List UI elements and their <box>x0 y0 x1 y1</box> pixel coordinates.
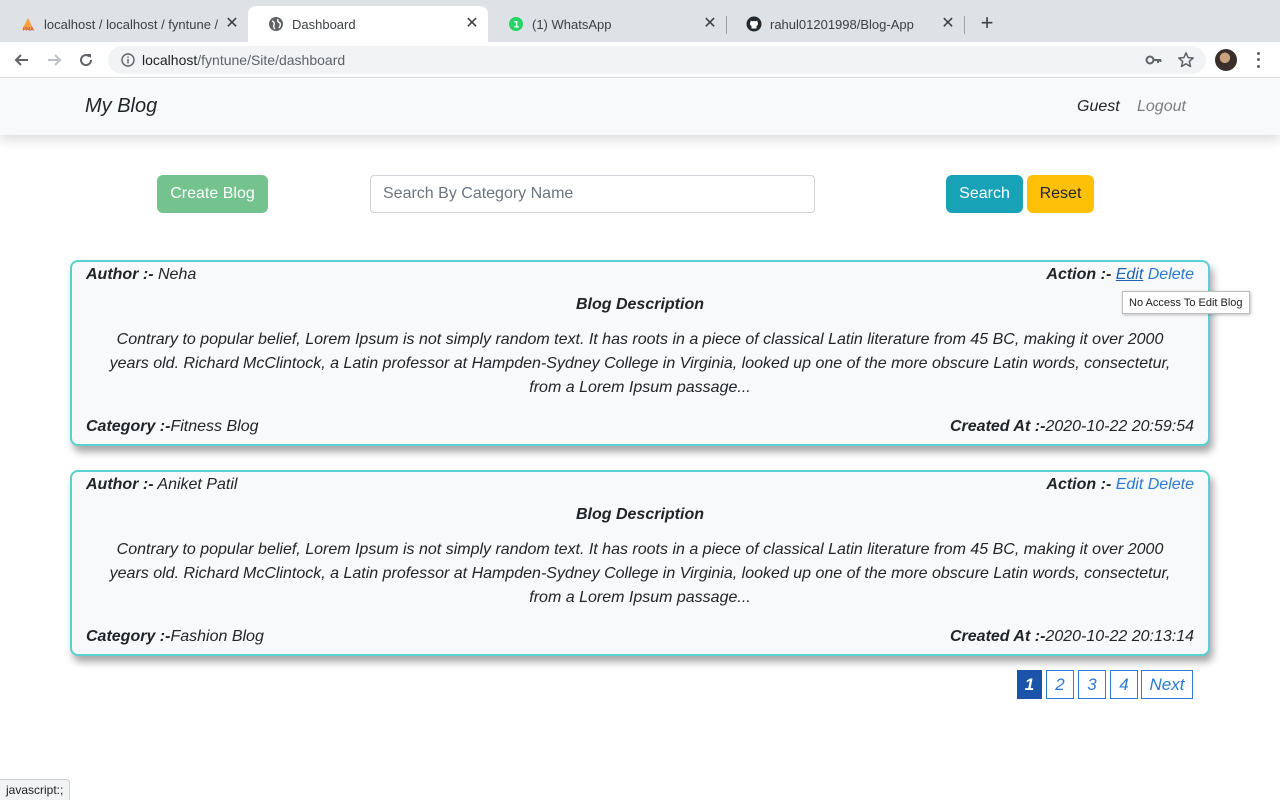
category-search-input[interactable] <box>370 175 815 213</box>
blog-card: Author :- Aniket Patil Action :- Edit De… <box>70 470 1210 656</box>
more-menu-icon[interactable] <box>1250 50 1266 70</box>
logout-link[interactable]: Logout <box>1137 98 1186 116</box>
url-host: localhost <box>142 52 198 68</box>
browser-toolbar: localhost/fyntune/Site/dashboard <box>0 42 1280 78</box>
author-label: Author :- <box>86 476 154 493</box>
whatsapp-icon: 1 <box>508 16 524 32</box>
forward-arrow-icon[interactable] <box>42 48 66 72</box>
browser-tabstrip: PMA localhost / localhost / fyntune / ✕ … <box>0 0 1280 42</box>
key-icon[interactable] <box>1144 50 1164 70</box>
category-value: Fitness Blog <box>170 418 259 435</box>
new-tab-button[interactable]: + <box>976 12 998 35</box>
category-label: Category :- <box>86 628 171 645</box>
phpmyadmin-icon: PMA <box>20 16 36 32</box>
created-value: 2020-10-22 20:59:54 <box>1045 418 1194 435</box>
create-blog-button[interactable]: Create Blog <box>157 175 268 213</box>
github-icon <box>746 16 762 32</box>
status-bar: javascript:; <box>0 779 71 800</box>
edit-link[interactable]: Edit <box>1116 266 1144 283</box>
back-arrow-icon[interactable] <box>10 48 34 72</box>
author-label: Author :- <box>86 266 154 283</box>
next-page-link[interactable]: Next <box>1141 670 1193 699</box>
category-label: Category :- <box>86 418 171 435</box>
reload-icon[interactable] <box>74 48 98 72</box>
category-line: Category :-Fashion Blog <box>86 628 264 646</box>
blog-description: Contrary to popular belief, Lorem Ipsum … <box>109 331 1171 396</box>
author-name: Neha <box>157 266 197 283</box>
blog-description: Contrary to popular belief, Lorem Ipsum … <box>109 541 1171 606</box>
site-navbar: My Blog Guest Logout <box>0 79 1280 135</box>
close-icon[interactable]: ✕ <box>702 16 718 32</box>
close-icon[interactable]: ✕ <box>224 16 240 32</box>
nav-user-name: Guest <box>1077 98 1120 115</box>
tab-title: rahul01201998/Blog-App <box>770 16 914 32</box>
address-bar[interactable]: localhost/fyntune/Site/dashboard <box>108 46 1206 74</box>
profile-avatar[interactable] <box>1215 49 1237 71</box>
author-name: Aniket Patil <box>157 476 238 493</box>
svg-text:1: 1 <box>513 21 519 31</box>
svg-text:PMA: PMA <box>23 27 34 32</box>
action-label: Action :- <box>1046 266 1112 283</box>
tab-phpmyadmin[interactable]: PMA localhost / localhost / fyntune / ✕ <box>0 6 248 42</box>
category-line: Category :-Fitness Blog <box>86 418 259 436</box>
created-line: Created At :-2020-10-22 20:13:14 <box>950 628 1194 646</box>
delete-link[interactable]: Delete <box>1148 266 1194 283</box>
description-heading: Blog Description <box>575 296 704 313</box>
action-label: Action :- <box>1046 476 1112 493</box>
action-line: Action :- Edit Delete <box>1046 266 1194 284</box>
tab-github[interactable]: rahul01201998/Blog-App ✕ <box>726 6 964 42</box>
tab-dashboard[interactable]: Dashboard ✕ <box>248 6 488 42</box>
tab-title: Dashboard <box>292 16 356 32</box>
category-value: Fashion Blog <box>170 628 264 645</box>
globe-icon <box>268 16 284 32</box>
author-line: Author :- Aniket Patil <box>86 476 237 494</box>
tab-title: localhost / localhost / fyntune / <box>44 16 219 32</box>
action-line: Action :- Edit Delete <box>1046 476 1194 494</box>
pagination: 1 2 3 4 Next <box>1017 670 1193 700</box>
page-link-4[interactable]: 4 <box>1110 670 1138 699</box>
author-line: Author :- Neha <box>86 266 196 284</box>
page-link-2[interactable]: 2 <box>1046 670 1074 699</box>
tab-title: (1) WhatsApp <box>532 16 612 32</box>
url-path: /fyntune/Site/dashboard <box>197 52 346 68</box>
created-label: Created At :- <box>950 418 1046 435</box>
page-viewport: My Blog Guest Logout Create Blog Search … <box>0 79 1280 800</box>
page-link-1[interactable]: 1 <box>1017 670 1042 699</box>
edit-link[interactable]: Edit <box>1116 476 1144 493</box>
tab-whatsapp[interactable]: 1 (1) WhatsApp ✕ <box>488 6 726 42</box>
close-icon[interactable]: ✕ <box>464 16 480 32</box>
close-icon[interactable]: ✕ <box>940 16 956 32</box>
description-heading: Blog Description <box>575 506 704 523</box>
reset-button[interactable]: Reset <box>1027 175 1094 213</box>
created-label: Created At :- <box>950 628 1046 645</box>
created-line: Created At :-2020-10-22 20:59:54 <box>950 418 1194 436</box>
page-link-3[interactable]: 3 <box>1078 670 1106 699</box>
edit-tooltip: No Access To Edit Blog <box>1122 291 1250 314</box>
delete-link[interactable]: Delete <box>1148 476 1194 493</box>
search-button[interactable]: Search <box>946 175 1023 213</box>
blog-card: Author :- Neha Action :- Edit Delete Blo… <box>70 260 1210 446</box>
tab-separator <box>964 16 965 34</box>
info-icon[interactable] <box>120 52 136 68</box>
site-brand[interactable]: My Blog <box>85 95 157 118</box>
star-icon[interactable] <box>1176 50 1196 70</box>
created-value: 2020-10-22 20:13:14 <box>1045 628 1194 645</box>
